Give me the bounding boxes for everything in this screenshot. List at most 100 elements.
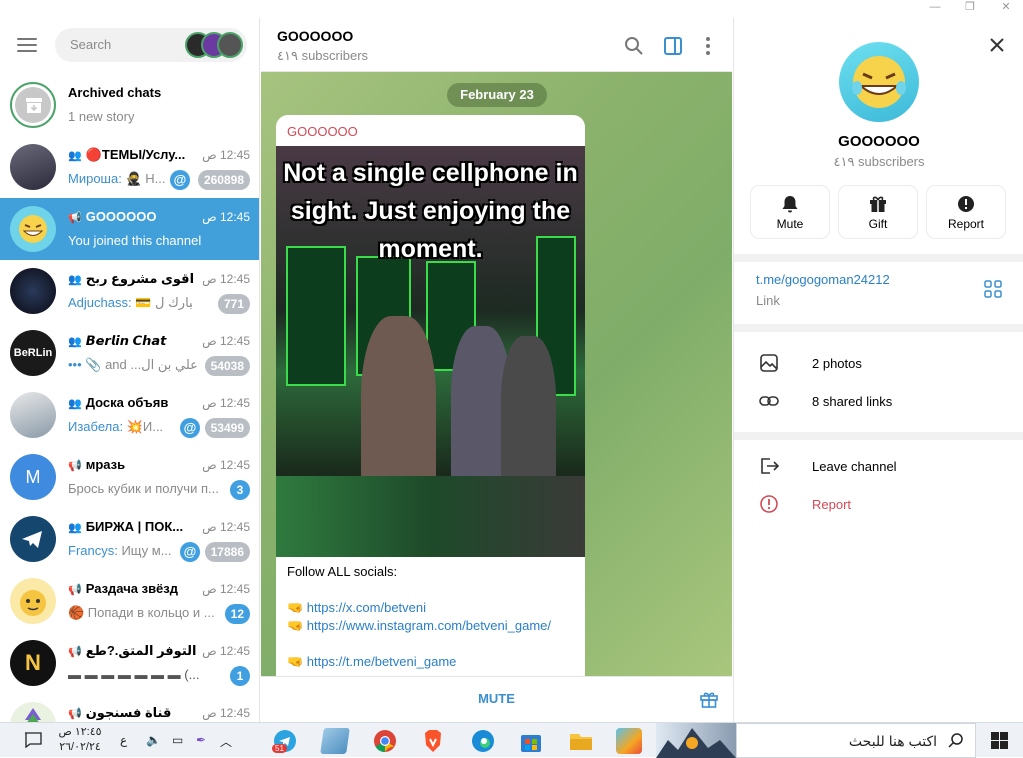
unread-badge: 53499: [204, 418, 250, 438]
window-titlebar: — ❐ ✕: [0, 0, 1023, 18]
taskbar-search-input[interactable]: اكتب هنا للبحث: [736, 723, 976, 758]
sidebar-toggle-icon[interactable]: [662, 35, 684, 57]
chat-item[interactable]: 👥 Доска объяв 12:45 ص Изабела: 💥И... @ 53…: [0, 384, 259, 446]
mute-action-button[interactable]: Mute: [751, 186, 829, 238]
chat-time: 12:45 ص: [202, 396, 250, 410]
archive-icon: [10, 82, 56, 128]
divider: [734, 254, 1023, 262]
report-button[interactable]: Report: [812, 497, 851, 512]
chat-preview: Брось кубик и получи п...: [68, 481, 219, 496]
unread-badge: 54038: [204, 356, 250, 376]
channel-icon: 📢: [68, 646, 82, 658]
search-highlight-image[interactable]: [656, 723, 736, 758]
brave-icon[interactable]: [420, 728, 446, 754]
chat-time: 12:45 ص: [202, 582, 250, 596]
group-icon: 👥: [68, 398, 82, 410]
chat-time: 12:45 ص: [202, 706, 250, 720]
close-window-button[interactable]: ✕: [989, 0, 1023, 18]
chat-item-active[interactable]: 📢 GOOOOOO 12:45 ص You joined this channel: [0, 198, 259, 260]
chat-preview: ••• 📎 and ...علي بن ال: [68, 357, 198, 372]
menu-icon[interactable]: [17, 38, 37, 52]
notes-app-icon[interactable]: [320, 728, 350, 754]
chat-avatar: N: [10, 640, 56, 686]
language-indicator[interactable]: ع: [120, 733, 127, 747]
channel-subscribers: ٤١٩ subscribers: [833, 154, 925, 169]
system-clock[interactable]: ١٢:٤٥ ص ٢٦/٠٢/٢٤: [50, 725, 110, 755]
channel-icon: 📢: [68, 584, 82, 596]
store-icon[interactable]: [518, 728, 544, 754]
file-explorer-icon[interactable]: [568, 728, 594, 754]
message-photo[interactable]: Not a single cellphone in sight. Just en…: [276, 146, 585, 557]
unread-badge: 3: [230, 480, 250, 500]
chat-avatar: BeRLin: [10, 330, 56, 376]
chat-name: 👥 𝘽𝙚𝙧𝙡𝙞𝙣 𝘾𝙝𝙖𝙩: [68, 333, 167, 348]
stories-strip[interactable]: [185, 32, 245, 58]
edge-icon[interactable]: [470, 728, 496, 754]
chrome-icon[interactable]: [372, 728, 398, 754]
channel-name: GOOOOOO: [838, 133, 920, 150]
chat-item[interactable]: BeRLin 👥 𝘽𝙚𝙧𝙡𝙞𝙣 𝘾𝙝𝙖𝙩 12:45 ص ••• 📎 and ..…: [0, 322, 259, 384]
divider: [734, 324, 1023, 332]
close-icon[interactable]: [988, 36, 1006, 54]
photos-item[interactable]: 2 photos: [812, 356, 862, 371]
chat-preview: 1 new story: [68, 109, 135, 124]
chat-avatar: [10, 144, 56, 190]
leave-channel-button[interactable]: Leave channel: [812, 459, 897, 474]
group-icon: 👥: [68, 336, 82, 348]
message-link[interactable]: 🤜 https://x.com/betveni: [287, 600, 426, 616]
telegram-taskbar-icon[interactable]: 51: [272, 728, 298, 754]
chevron-up-icon[interactable]: ︿: [220, 733, 232, 750]
chat-avatar: [10, 516, 56, 562]
chat-messages-area[interactable]: February 23 GOOOOOO Not a single cellpho…: [261, 72, 732, 676]
gift-icon: [870, 196, 886, 212]
chat-header[interactable]: GOOOOOO ٤١٩ subscribers: [261, 18, 732, 72]
search-icon: [948, 733, 963, 748]
story-avatar[interactable]: [217, 32, 243, 58]
message-link[interactable]: 🤜 https://www.instagram.com/betveni_game…: [287, 618, 551, 634]
message-link[interactable]: 🤜 https://t.me/betveni_game: [287, 654, 456, 670]
more-options-icon[interactable]: [697, 35, 719, 57]
start-button[interactable]: [976, 723, 1023, 758]
mute-action-label: Mute: [776, 217, 804, 231]
gift-icon[interactable]: [699, 689, 719, 709]
chat-item[interactable]: N 📢التوفر المتق.?طع ... 12:45 ص ▬ ▬ ▬ ▬ …: [0, 632, 259, 694]
chat-panel: GOOOOOO ٤١٩ subscribers February 23 GOOO…: [261, 18, 732, 722]
chat-item[interactable]: 📢 Раздача звёзд 12:45 ص 🏀 Попади в кольцо…: [0, 570, 259, 632]
chat-title: GOOOOOO: [277, 28, 354, 44]
channel-link[interactable]: t.me/gogogoman24212: [756, 272, 890, 287]
chat-preview: Francys: Ищу м...: [68, 543, 172, 558]
chat-name: 👥 БИРЖА | ПОК...: [68, 519, 184, 534]
chat-item[interactable]: 📢 قناة فسنجون 12:45 ص: [0, 694, 259, 722]
chat-item[interactable]: 👥 🔴ТЕМЫ/Услу... 12:45 ص Мироша: 🥷 Н... @ …: [0, 136, 259, 198]
telegram-badge: 51: [272, 744, 287, 753]
chat-name: 👥 Доска объяв: [68, 395, 169, 410]
divider: [734, 432, 1023, 440]
minimize-button[interactable]: —: [918, 0, 952, 18]
channel-avatar: [839, 42, 919, 122]
archived-chats-item[interactable]: Archived chats 1 new story: [0, 74, 259, 136]
chat-preview: 🏀 Попади в кольцо и ...: [68, 605, 215, 620]
link-icon: [759, 396, 779, 406]
search-icon[interactable]: [623, 35, 645, 57]
pen-icon[interactable]: ✒: [196, 733, 206, 747]
notification-icon[interactable]: [24, 732, 42, 748]
chat-time: 12:45 ص: [202, 210, 250, 224]
game-app-icon[interactable]: [616, 728, 642, 754]
network-icon[interactable]: ▭: [172, 733, 183, 747]
mute-button[interactable]: MUTE: [261, 691, 732, 706]
chat-item[interactable]: 👥اقوى مشروع ربح ... 12:45 ص Adjuchass: 💳…: [0, 260, 259, 322]
channel-link-label: Link: [756, 293, 780, 308]
volume-icon[interactable]: 🔈: [146, 733, 161, 747]
gift-action-button[interactable]: Gift: [839, 186, 917, 238]
chat-item[interactable]: 👥 БИРЖА | ПОК... 12:45 ص Francys: Ищу м..…: [0, 508, 259, 570]
message-bubble[interactable]: GOOOOOO Not a single cellphone in sight.…: [276, 115, 585, 676]
chat-time: 12:45 ص: [202, 334, 250, 348]
chat-name: 📢 قناة فسنجون: [68, 705, 172, 720]
maximize-button[interactable]: ❐: [953, 0, 987, 18]
report-action-label: Report: [947, 217, 985, 231]
message-text: Follow ALL socials:: [287, 564, 398, 579]
report-action-button[interactable]: Report: [927, 186, 1005, 238]
qr-code-icon[interactable]: [984, 280, 1002, 298]
chat-item[interactable]: M 📢 мразь 12:45 ص Брось кубик и получи п.…: [0, 446, 259, 508]
shared-links-item[interactable]: 8 shared links: [812, 394, 892, 409]
